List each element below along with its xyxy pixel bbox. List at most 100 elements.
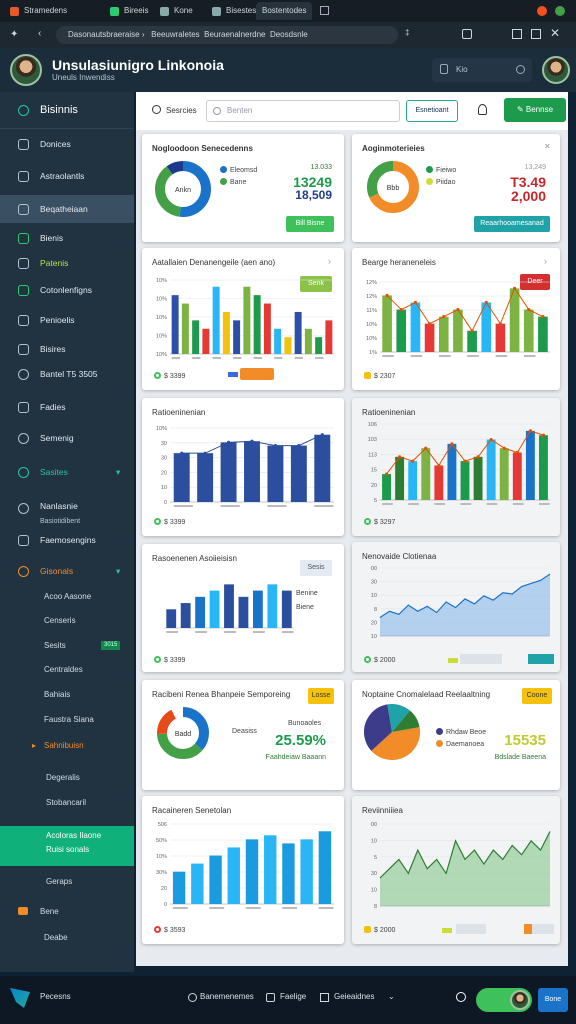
header-search[interactable]: Kio bbox=[432, 58, 532, 82]
sidebar-item-bantel[interactable]: Bantel T5 3505 bbox=[0, 360, 134, 388]
sidebar-item-penioelis[interactable]: Penioelis bbox=[0, 306, 134, 334]
y-tick-label: 10 bbox=[371, 838, 377, 844]
search-icon[interactable] bbox=[456, 992, 466, 1002]
x-tick-mark bbox=[282, 907, 298, 909]
avatar[interactable] bbox=[10, 54, 42, 86]
sidebar-item-fadies[interactable]: Fadies bbox=[0, 393, 134, 421]
y-tick-label: 8 bbox=[374, 904, 377, 910]
search-input[interactable]: Benten bbox=[206, 100, 400, 122]
search-icon bbox=[213, 107, 221, 115]
bar bbox=[192, 320, 200, 354]
sidebar-item-nanlasnie[interactable]: Nanlasnie Basiotidibent bbox=[0, 494, 134, 525]
trend-point bbox=[399, 307, 403, 312]
sidebar-subitem[interactable]: Faustra Siana bbox=[0, 707, 134, 732]
bar bbox=[243, 286, 251, 354]
status-toggle[interactable] bbox=[476, 988, 532, 1012]
sidebar-item-astraolantls[interactable]: Astraolantls bbox=[0, 162, 134, 190]
card-action-button[interactable]: Reaarhooamesanad bbox=[474, 216, 550, 232]
user-avatar[interactable] bbox=[542, 56, 570, 84]
x-tick-mark bbox=[410, 355, 423, 357]
new-tab-icon[interactable] bbox=[320, 6, 329, 15]
sidebar-item-bienis[interactable]: Bienis bbox=[0, 224, 134, 252]
more-icon[interactable]: › bbox=[328, 256, 331, 266]
bar bbox=[539, 435, 548, 500]
sidebar-header[interactable]: Bisinnis bbox=[0, 96, 134, 124]
sidebar-item-patenis[interactable]: Patenis bbox=[0, 249, 134, 277]
chevron-left-icon[interactable]: ‹ bbox=[38, 28, 41, 39]
legend-item: Bunoaoles bbox=[288, 720, 322, 727]
layout-icon bbox=[18, 402, 29, 413]
y-tick-label: 113 bbox=[368, 452, 377, 458]
chevron-right-icon: ▸ bbox=[32, 741, 37, 750]
browser-tab[interactable]: Bireeis bbox=[110, 2, 148, 20]
filter-button[interactable]: Esnetioant bbox=[406, 100, 458, 122]
tabs-icon[interactable] bbox=[531, 29, 541, 39]
url-field[interactable]: Dasonautsbraeraise › Beeuwraletes Beurae… bbox=[56, 26, 398, 44]
notification-icon[interactable] bbox=[537, 6, 547, 16]
card-footer: $ 2000 bbox=[364, 656, 395, 664]
sidebar-subitem[interactable]: Bene bbox=[0, 899, 134, 924]
sidebar-subitem[interactable]: Geraps bbox=[0, 869, 134, 894]
sidebar-subitem-active[interactable]: ▸ Sahnibuisn bbox=[0, 733, 134, 758]
profile-icon[interactable] bbox=[555, 6, 565, 16]
sidebar-item-faemosengins[interactable]: Faemosengins bbox=[0, 526, 134, 554]
browser-tab[interactable]: Kone bbox=[160, 2, 193, 20]
y-tick-label: 12% bbox=[366, 280, 377, 286]
bottom-item[interactable]: Geieaidnes bbox=[334, 992, 374, 1001]
sidebar-item-beqatheiaan[interactable]: Beqatheiaan bbox=[0, 195, 134, 223]
bar bbox=[438, 316, 449, 352]
bottom-item[interactable]: Banemenemes bbox=[200, 992, 254, 1001]
card-action-button[interactable]: Bill Bisne bbox=[286, 216, 334, 232]
sidebar-subitem-highlighted[interactable]: Acoloras Ilaone Ruisi sonals bbox=[0, 826, 134, 866]
bar bbox=[467, 330, 477, 352]
y-tick-label: 10 bbox=[161, 485, 167, 491]
chart-card: Aatallaien Denanengeile (aen ano) › Senk… bbox=[142, 248, 344, 390]
sidebar-item-bisires[interactable]: Bisires bbox=[0, 335, 134, 363]
browser-tab[interactable]: Stramedens bbox=[10, 2, 67, 20]
browser-tab[interactable]: Bisestes bbox=[212, 2, 256, 20]
sidebar-subitem[interactable]: Bahiais bbox=[0, 682, 134, 707]
sidebar-subitem[interactable]: Deabe bbox=[0, 925, 134, 950]
trend-point bbox=[470, 329, 474, 333]
back-icon[interactable]: ✦ bbox=[10, 29, 18, 40]
sidebar-item-gisonals[interactable]: Gisonals ▾ bbox=[0, 557, 134, 585]
sidebar-subitem[interactable]: Stobancaril bbox=[0, 790, 134, 815]
sidebar-item-cotonlenfigns[interactable]: Cotonlenfigns bbox=[0, 276, 134, 304]
sidebar-subitem[interactable]: Degeralis bbox=[0, 765, 134, 790]
grid-icon bbox=[18, 258, 29, 269]
bookmark-icon[interactable] bbox=[462, 29, 472, 39]
sidebar-item-sasites[interactable]: Sasites ▾ bbox=[0, 458, 134, 486]
browser-tab-active[interactable]: Bostentodes bbox=[256, 2, 313, 20]
stat-caption: Bdslade Baeena bbox=[494, 754, 546, 761]
x-tick-mark bbox=[314, 505, 334, 507]
address-bar: ✦ ‹ Dasonautsbraeraise › Beeuwraletes Be… bbox=[0, 22, 576, 48]
chart-card: Ratioeninenian 106 103 113 15 20 5 $ 3297 bbox=[352, 398, 560, 536]
window-icon[interactable] bbox=[512, 29, 522, 39]
pie-chart bbox=[364, 704, 420, 760]
sidebar-subitem[interactable]: Acoo Aasone bbox=[0, 584, 134, 609]
user-icon[interactable] bbox=[478, 104, 487, 115]
sidebar-item-semenig[interactable]: Semenig bbox=[0, 424, 134, 452]
trend-point bbox=[528, 429, 532, 433]
y-tick-label: 0 bbox=[164, 500, 167, 506]
sidebar-subitem[interactable]: Censeris bbox=[0, 608, 134, 633]
sidebar-subitem[interactable]: Centraldes bbox=[0, 657, 134, 682]
close-icon[interactable]: ✕ bbox=[550, 26, 560, 40]
bottom-primary-button[interactable]: Bone bbox=[538, 988, 568, 1012]
clock-icon bbox=[18, 369, 29, 380]
x-tick-mark bbox=[253, 357, 263, 359]
bottom-item[interactable]: Faelige bbox=[280, 992, 306, 1001]
legend-item: Bane bbox=[220, 178, 246, 186]
chart-card: Reviinniiiea 00 10 5 30 10 8 $ 2000 bbox=[352, 796, 560, 944]
more-icon[interactable]: › bbox=[544, 256, 547, 266]
extension-icon[interactable]: ‡ bbox=[405, 28, 409, 37]
chevron-down-icon[interactable]: ⌄ bbox=[388, 992, 395, 1001]
image-icon bbox=[18, 204, 29, 215]
x-tick-mark bbox=[382, 503, 393, 505]
close-icon[interactable]: ✕ bbox=[544, 142, 551, 151]
primary-button[interactable]: ✎ Bennse bbox=[504, 98, 566, 122]
y-tick-label: 10% bbox=[156, 315, 167, 321]
sidebar-subitem[interactable]: Sesits 3015 bbox=[0, 633, 134, 658]
sidebar-item-donices[interactable]: Donices bbox=[0, 130, 134, 158]
y-tick-label: 5 bbox=[374, 498, 377, 504]
